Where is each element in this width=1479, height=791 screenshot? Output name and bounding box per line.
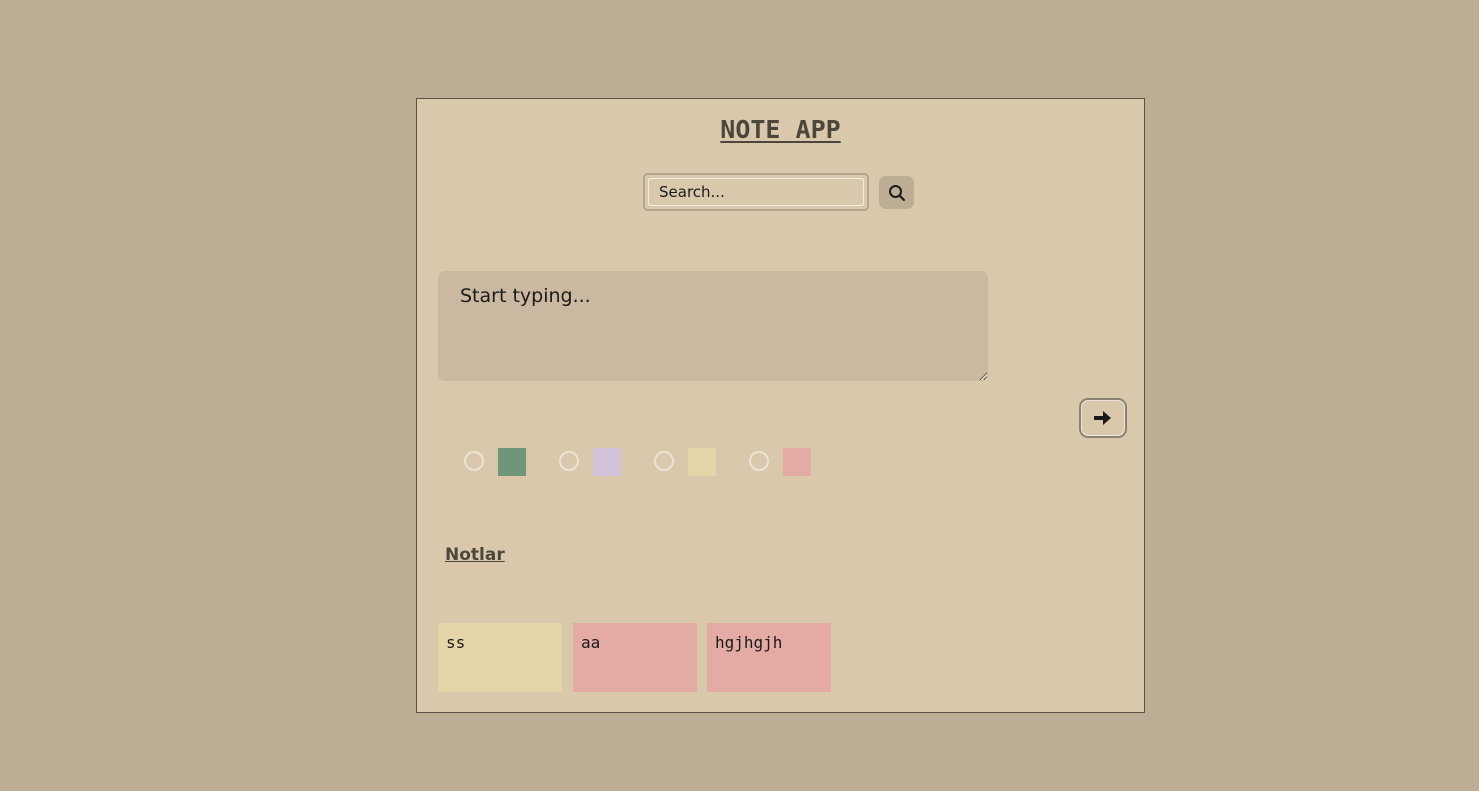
note-textarea[interactable] (438, 271, 988, 381)
note-app-container: NOTE APP Notlar (416, 98, 1145, 713)
color-radio[interactable] (559, 451, 579, 471)
note-card[interactable]: aa (573, 623, 697, 692)
color-radio[interactable] (654, 451, 674, 471)
search-input[interactable] (648, 178, 864, 206)
notes-section-title: Notlar (445, 545, 505, 565)
page-title: NOTE APP (720, 115, 841, 144)
color-swatch (498, 448, 526, 476)
search-field-wrapper (643, 173, 869, 211)
search-button[interactable] (879, 176, 914, 209)
note-card[interactable]: ss (438, 623, 562, 692)
color-swatch (593, 448, 621, 476)
note-card[interactable]: hgjhgjh (707, 623, 831, 692)
color-swatch (688, 448, 716, 476)
search-icon (888, 184, 905, 201)
add-note-button[interactable] (1079, 398, 1127, 438)
arrow-right-icon (1094, 411, 1111, 425)
color-swatch (783, 448, 811, 476)
color-radio[interactable] (749, 451, 769, 471)
color-radio[interactable] (464, 451, 484, 471)
